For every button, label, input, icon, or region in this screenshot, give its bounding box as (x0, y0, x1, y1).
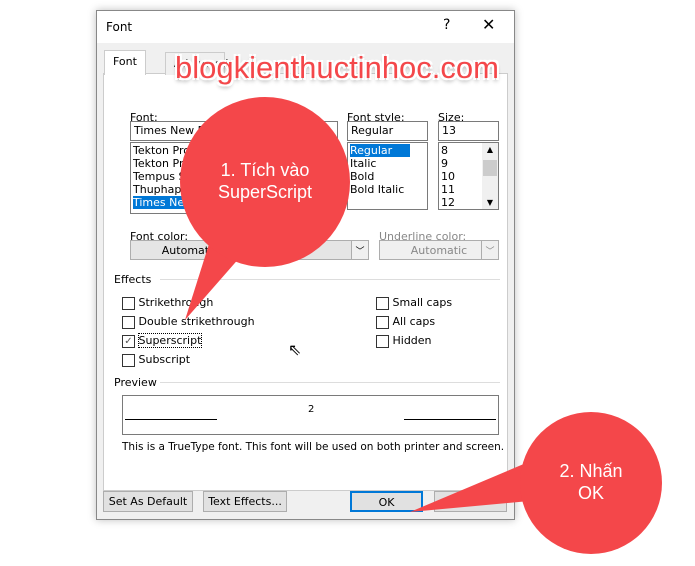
callout-2: 2. Nhấn OK (520, 412, 662, 554)
callout-1: 1. Tích vào SuperScript (180, 97, 350, 267)
callout-2-text: 2. Nhấn OK (559, 461, 623, 503)
callout-1-text: 1. Tích vào SuperScript (217, 160, 313, 202)
